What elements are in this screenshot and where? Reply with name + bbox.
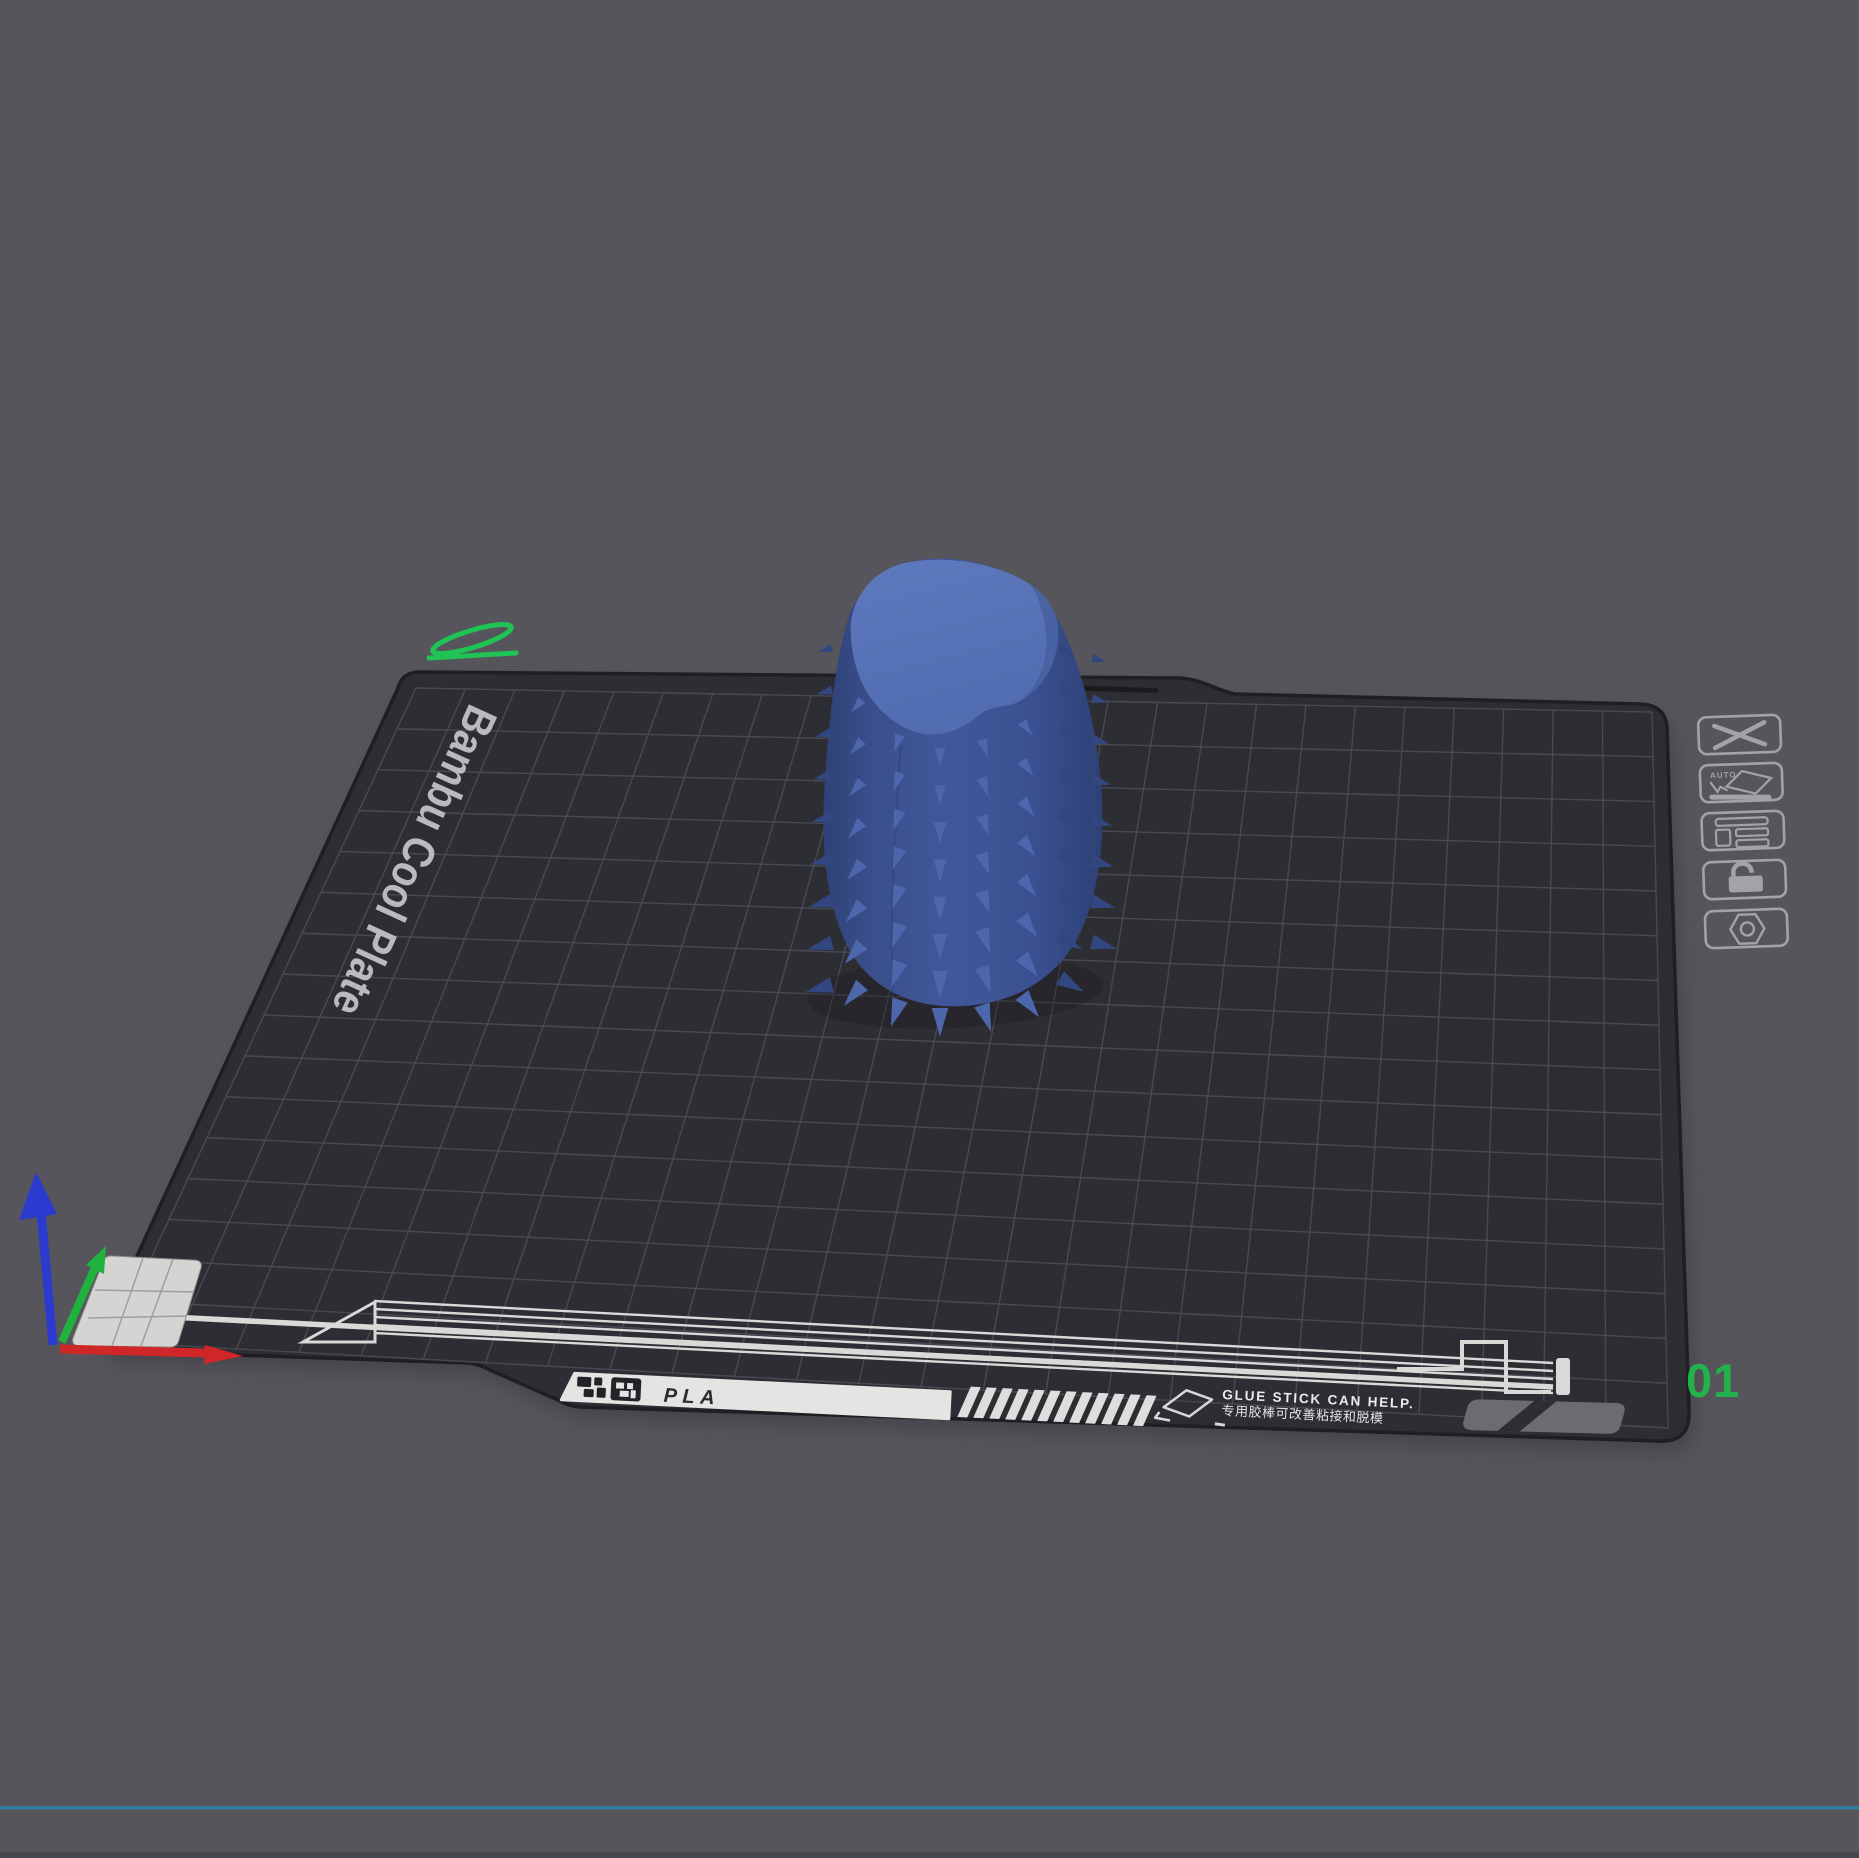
bottom-strip (0, 1852, 1859, 1858)
plate-number: 01 (1686, 1354, 1740, 1407)
filament-label: PLA (663, 1385, 721, 1410)
plate-handle-slots (1463, 1399, 1625, 1434)
svg-text:AUTO: AUTO (1710, 770, 1737, 780)
viewport-3d[interactable]: Bambu Cool Plate PLA GLUE STICK CAN HELP… (0, 0, 1859, 1858)
fiducial-marker-2 (610, 1377, 642, 1402)
bottom-divider-line (0, 1806, 1859, 1810)
